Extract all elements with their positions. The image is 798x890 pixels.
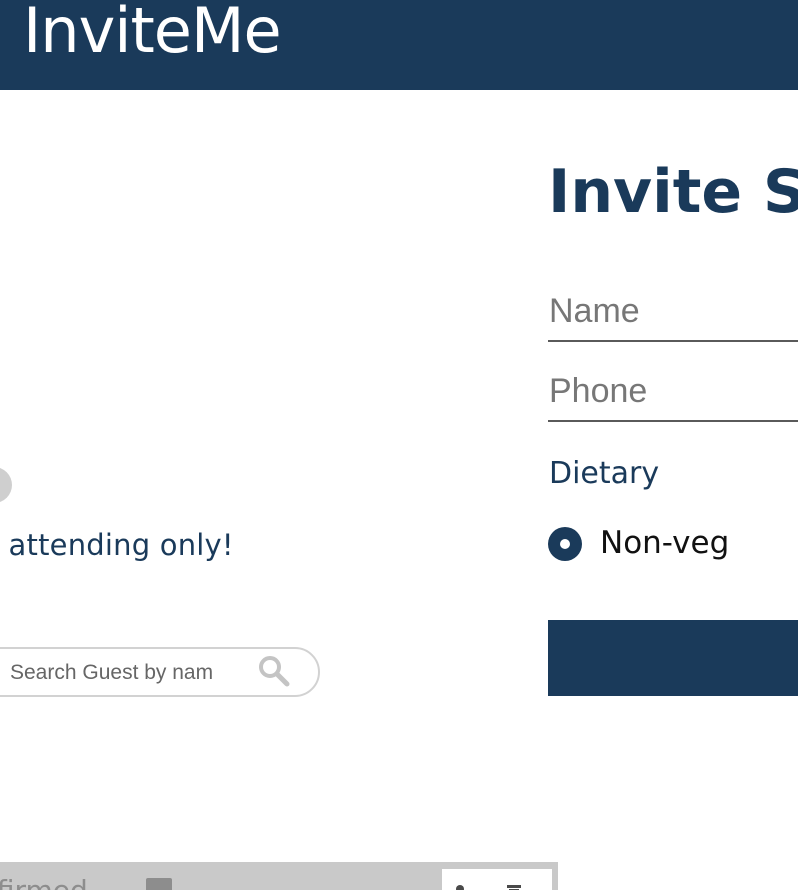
radio-dot	[560, 539, 570, 549]
phone-field-wrap	[548, 362, 798, 422]
invite-title: Invite So	[548, 157, 798, 227]
filter-toggle[interactable]	[0, 467, 12, 503]
radio-button[interactable]	[548, 527, 582, 561]
guest-status: onfirmed	[0, 874, 88, 890]
radio-label: Non-veg	[600, 525, 730, 561]
search-icon[interactable]	[256, 653, 292, 689]
phone-field[interactable]	[548, 362, 798, 420]
name-field-wrap	[548, 282, 798, 342]
guest-row: onfirmed	[0, 862, 558, 890]
filter-label: r attending only!	[0, 528, 234, 562]
user-icon[interactable]	[450, 883, 470, 890]
confirm-checkbox[interactable]	[146, 878, 172, 890]
row-actions	[442, 869, 552, 890]
brand-logo[interactable]: InviteMe	[23, 0, 282, 66]
app-header: InviteMe	[0, 0, 798, 90]
search-input[interactable]	[10, 659, 230, 687]
dietary-label: Dietary	[549, 456, 660, 491]
submit-button[interactable]	[548, 620, 798, 696]
trash-icon[interactable]	[504, 883, 524, 890]
search-box	[0, 647, 320, 697]
page: InviteMe r attending only! onfirmed	[0, 0, 798, 890]
name-field[interactable]	[548, 282, 798, 340]
